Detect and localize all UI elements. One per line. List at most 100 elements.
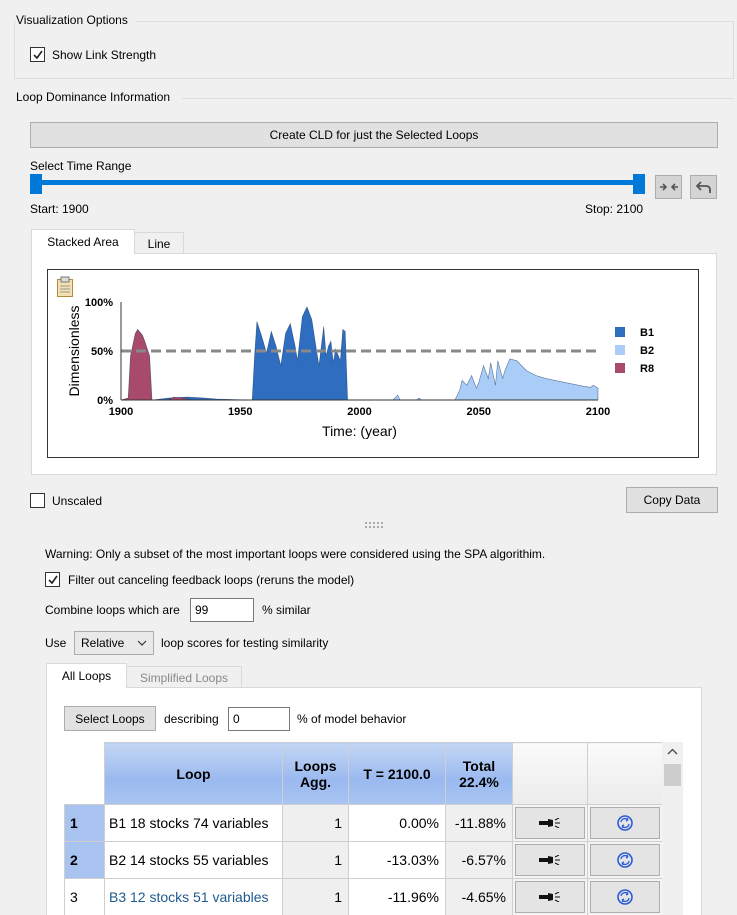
agg-cell: 1 [282,878,349,915]
row-number[interactable]: 1 [64,804,105,842]
behavior-percent-input[interactable] [228,707,290,731]
table-row[interactable]: 1 B1 18 stocks 74 variables 1 0.00% -11.88% [64,804,663,842]
similarity-percent-input[interactable] [190,598,254,622]
row-number[interactable]: 2 [64,841,105,879]
time-column-header[interactable]: T = 2100.0 [348,742,446,805]
create-cld-button[interactable]: Create CLD for just the Selected Loops [30,122,718,148]
cycle-icon [617,889,633,905]
dominance-chart: 1900 1950 2000 2050 2100 0% 50% 100% B1 B2 R8 Dim… [66,297,654,439]
highlight-cell [512,878,588,915]
series-area-b1 [151,306,348,401]
unscaled-checkbox[interactable] [30,493,45,508]
table-scrollbar[interactable] [662,742,683,915]
agg-cell: 1 [282,841,349,879]
highlight-column-header [512,742,588,805]
highlight-loop-button[interactable] [515,807,585,839]
x-tick-label: 2100 [586,406,610,418]
spa-warning-text: Warning: Only a subset of the most impor… [45,547,546,561]
scrollbar-thumb[interactable] [664,764,681,786]
arrows-inward-icon [659,183,678,191]
animate-cell [587,841,663,879]
loop-name-cell[interactable]: B2 14 stocks 55 variables [104,841,283,879]
tab-all-loops[interactable]: All Loops [46,663,127,688]
highlight-cell [512,804,588,842]
stop-year-label: Stop: 2100 [585,202,644,216]
total-value-cell: -11.88% [445,804,513,842]
grip-dots-icon [365,522,383,528]
percent-similar-label: % similar [262,603,311,617]
cycle-icon [617,815,633,831]
use-label: Use [45,636,67,650]
cycle-icon [617,852,633,868]
flashlight-icon [539,855,560,865]
series-area-r8 [120,328,193,401]
loop-name-cell[interactable]: B3 12 stocks 51 variables [104,878,283,915]
collapse-range-button[interactable] [655,175,682,199]
model-behavior-label: % of model behavior [297,712,407,726]
tab-stacked-area[interactable]: Stacked Area [31,229,135,254]
animate-loop-button[interactable] [590,844,660,876]
highlight-loop-button[interactable] [515,844,585,876]
x-tick-label: 2000 [347,406,371,418]
total-column-header[interactable]: Total 22.4% [445,742,513,805]
animate-cell [587,878,663,915]
combine-loops-label: Combine loops which are [45,603,180,617]
y-tick-label: 50% [91,346,113,358]
time-value-cell: -13.03% [348,841,446,879]
flashlight-icon [539,892,560,902]
undo-icon [695,181,711,193]
series-area-b2 [392,358,599,401]
animate-loop-button[interactable] [590,881,660,913]
loop-name-cell[interactable]: B1 18 stocks 74 variables [104,804,283,842]
table-header-row: Loop Loops Agg. T = 2100.0 Total 22.4% [64,742,663,805]
legend-swatch-b1 [615,327,625,337]
loop-scores-label: loop scores for testing similarity [161,636,329,650]
animate-cell [587,804,663,842]
slider-track [34,180,642,185]
legend-swatch-r8 [615,363,625,373]
chart-frame: 1900 1950 2000 2050 2100 0% 50% 100% B1 B2 R8 Dim… [47,269,699,458]
x-tick-label: 2050 [467,406,491,418]
select-loops-button[interactable]: Select Loops [64,706,156,731]
start-year-label: Start: 1900 [30,202,89,216]
time-range-slider[interactable] [30,174,648,194]
slider-stop-handle[interactable] [633,174,645,194]
legend-label-b2: B2 [640,345,654,357]
highlight-cell [512,841,588,879]
animate-loop-button[interactable] [590,807,660,839]
table-row[interactable]: 2 B2 14 stocks 55 variables 1 -13.03% -6.57% [64,841,663,879]
corner-header [64,742,105,805]
select-time-range-label: Select Time Range [30,159,132,173]
legend-label-r8: R8 [640,363,654,375]
chevron-down-icon [137,640,147,646]
filter-canceling-checkbox[interactable] [45,572,60,587]
tab-simplified-loops[interactable]: Simplified Loops [126,666,242,688]
scroll-up-icon[interactable] [667,748,678,755]
reset-range-button[interactable] [690,175,717,199]
time-value-cell: 0.00% [348,804,446,842]
total-header-text: Total 22.4% [459,757,499,790]
unscaled-label: Unscaled [52,494,103,508]
loops-table: Loop Loops Agg. T = 2100.0 Total 22.4% 1… [64,742,663,915]
highlight-loop-button[interactable] [515,881,585,913]
y-tick-label: 100% [85,297,113,309]
tab-line[interactable]: Line [134,232,184,254]
loop-column-header[interactable]: Loop [104,742,283,805]
checkmark-icon [48,575,58,585]
legend-swatch-b2 [615,345,625,355]
group-divider [182,98,734,99]
row-number[interactable]: 3 [64,878,105,915]
time-value-cell: -11.96% [348,878,446,915]
slider-start-handle[interactable] [30,174,42,194]
show-link-strength-checkbox[interactable] [30,47,45,62]
copy-data-button[interactable]: Copy Data [626,487,718,513]
x-tick-label: 1900 [109,406,133,418]
x-tick-label: 1950 [228,406,252,418]
agg-column-header[interactable]: Loops Agg. [282,742,349,805]
splitter-handle[interactable] [364,519,384,528]
loop-score-type-select[interactable]: Relative [74,631,154,655]
table-row[interactable]: 3 B3 12 stocks 51 variables 1 -11.96% -4.65% [64,878,663,915]
legend-label-b1: B1 [640,327,654,339]
agg-header-text: Loops Agg. [294,757,337,790]
total-value-cell: -4.65% [445,878,513,915]
